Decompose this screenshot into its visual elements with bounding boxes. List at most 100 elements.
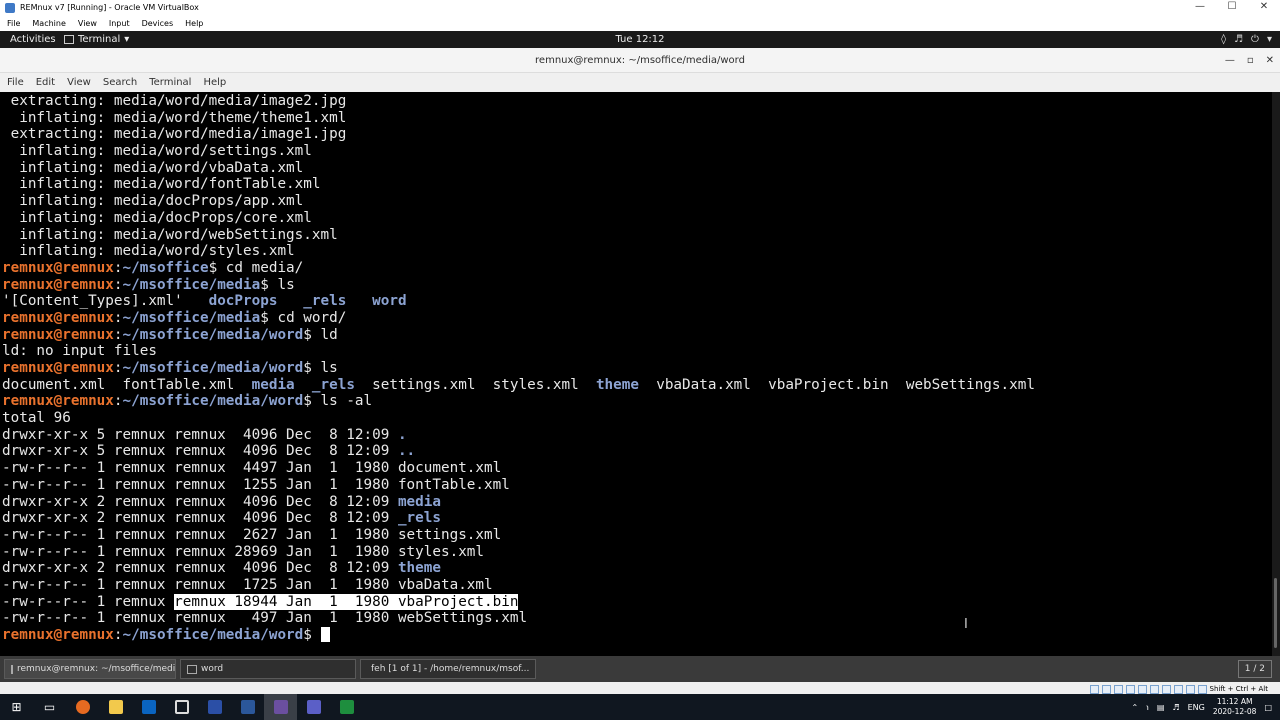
- prompt-user: remnux@remnux: [2, 326, 114, 343]
- terminal-line: -rw-r--r-- 1 remnux remnux 2627 Jan 1 19…: [2, 527, 1272, 544]
- chevron-up-icon[interactable]: ⌃: [1131, 703, 1138, 712]
- terminal-line: drwxr-xr-x 5 remnux remnux 4096 Dec 8 12…: [2, 427, 1272, 444]
- volume-icon[interactable]: ♬: [1172, 703, 1179, 712]
- terminal-line: extracting: media/word/media/image2.jpg: [2, 93, 1272, 110]
- directory-name: _rels: [397, 510, 441, 527]
- recording-icon[interactable]: [1173, 684, 1183, 694]
- selected-text: remnux 18944 Jan 1 1980 vbaProject.bin: [174, 593, 519, 610]
- audio-icon[interactable]: [1113, 684, 1123, 694]
- display-icon[interactable]: [1161, 684, 1171, 694]
- vbox-menu-input[interactable]: Input: [109, 16, 130, 31]
- task-terminal[interactable]: remnux@remnux: ~/msoffice/medi...: [4, 659, 176, 679]
- blue-app-icon[interactable]: [198, 694, 231, 720]
- word-icon[interactable]: [231, 694, 264, 720]
- scrollbar-thumb[interactable]: [1274, 578, 1277, 648]
- vbox-menubar: File Machine View Input Devices Help: [0, 16, 1280, 31]
- directory-name: .: [397, 426, 407, 443]
- outlook-icon[interactable]: [132, 694, 165, 720]
- terminal-text: inflating: media/docProps/app.xml: [2, 193, 304, 210]
- terminal-scrollbar[interactable]: [1272, 92, 1280, 656]
- vbox-menu-help[interactable]: Help: [185, 16, 203, 31]
- directory-name: ..: [397, 443, 416, 460]
- terminal-text: inflating: media/word/styles.xml: [2, 243, 295, 260]
- network-icon[interactable]: ▤: [1157, 703, 1165, 712]
- maximize-icon[interactable]: ▫: [1247, 48, 1254, 73]
- task-feh[interactable]: feh [1 of 1] - /home/remnux/msof...: [360, 659, 536, 679]
- vbox-window-title: REMnux v7 [Running] - Oracle VM VirtualB…: [20, 3, 199, 12]
- terminal-menu-file[interactable]: File: [7, 73, 24, 92]
- minimize-icon[interactable]: —: [1225, 48, 1235, 73]
- hard-disk-icon[interactable]: [1089, 684, 1099, 694]
- mouse-integration-icon[interactable]: [1197, 684, 1207, 694]
- terminal-text: drwxr-xr-x 2 remnux remnux 4096 Dec 8 12…: [2, 493, 398, 510]
- terminal-text: :: [113, 309, 123, 326]
- directory-name: theme: [397, 560, 441, 577]
- workspace-pager[interactable]: 1 / 2: [1237, 660, 1272, 678]
- vbox-menu-machine[interactable]: Machine: [32, 16, 66, 31]
- terminal-text: inflating: media/docProps/core.xml: [2, 209, 312, 226]
- task-view-icon[interactable]: ▭: [33, 694, 66, 720]
- system-menu[interactable]: ◊ ♬ ⏻ ▾: [1221, 31, 1272, 48]
- virtualbox-taskbar-icon[interactable]: [264, 694, 297, 720]
- terminal-output[interactable]: extracting: media/word/media/image2.jpg …: [0, 92, 1272, 656]
- terminal-text: ld: no input files: [2, 343, 157, 360]
- prompt-path: ~/msoffice: [122, 259, 209, 276]
- minimize-icon[interactable]: —: [1184, 0, 1216, 16]
- terminal-text: drwxr-xr-x 2 remnux remnux 4096 Dec 8 12…: [2, 560, 398, 577]
- close-icon[interactable]: ✕: [1248, 0, 1280, 16]
- terminal-menu-edit[interactable]: Edit: [36, 73, 55, 92]
- terminal-line: drwxr-xr-x 2 remnux remnux 4096 Dec 8 12…: [2, 560, 1272, 577]
- optical-drive-icon[interactable]: [1101, 684, 1111, 694]
- close-icon[interactable]: ✕: [1266, 48, 1274, 73]
- volume-icon: ♬: [1234, 34, 1244, 45]
- terminal-text: :: [113, 627, 123, 643]
- app-menu-button[interactable]: Terminal ▾: [64, 31, 129, 48]
- bluetooth-icon[interactable]: ℩: [1146, 703, 1149, 712]
- shared-folder-icon[interactable]: [1149, 684, 1159, 694]
- terminal-line: remnux@remnux:~/msoffice/media/word$ ld: [2, 327, 1272, 344]
- maximize-icon[interactable]: ☐: [1216, 0, 1248, 16]
- vbox-titlebar: REMnux v7 [Running] - Oracle VM VirtualB…: [0, 0, 1280, 16]
- terminal-menu-terminal[interactable]: Terminal: [149, 73, 191, 92]
- directory-name: _rels: [303, 293, 347, 310]
- terminal-menubar: File Edit View Search Terminal Help: [0, 73, 1280, 92]
- cube-app-icon[interactable]: [165, 694, 198, 720]
- virtualbox-icon: [5, 3, 15, 13]
- green-app-icon[interactable]: [330, 694, 363, 720]
- task-label: word: [201, 664, 224, 674]
- terminal-menu-help[interactable]: Help: [203, 73, 226, 92]
- network-icon[interactable]: [1125, 684, 1135, 694]
- vbox-menu-view[interactable]: View: [78, 16, 97, 31]
- terminal-text: -rw-r--r-- 1 remnux: [2, 593, 175, 610]
- activities-button[interactable]: Activities: [10, 31, 56, 48]
- notifications-icon[interactable]: □: [1264, 703, 1272, 712]
- file-explorer-icon[interactable]: [99, 694, 132, 720]
- task-label: feh [1 of 1] - /home/remnux/msof...: [371, 664, 530, 674]
- prompt-user: remnux@remnux: [2, 393, 114, 410]
- terminal-text: inflating: media/word/fontTable.xml: [2, 176, 321, 193]
- windows-clock[interactable]: 11:12 AM 2020-12-08: [1213, 697, 1257, 717]
- windows-start-icon[interactable]: ⊞: [0, 694, 33, 720]
- directory-name: media: [397, 493, 441, 510]
- terminal-text: :: [113, 326, 123, 343]
- windows-taskbar: ⊞ ▭ ⌃ ℩ ▤ ♬ ENG 11:12 AM 2020-12-08 □: [0, 694, 1280, 720]
- firefox-icon[interactable]: [66, 694, 99, 720]
- terminal-line: remnux@remnux:~/msoffice/media/word$: [2, 627, 1272, 644]
- directory-name: word: [372, 293, 407, 310]
- terminal-text: -rw-r--r-- 1 remnux remnux 4497 Jan 1 19…: [2, 460, 502, 477]
- terminal-line: inflating: media/docProps/core.xml: [2, 210, 1272, 227]
- teams-icon[interactable]: [297, 694, 330, 720]
- usb-icon[interactable]: [1137, 684, 1147, 694]
- vbox-menu-file[interactable]: File: [7, 16, 20, 31]
- language-indicator[interactable]: ENG: [1188, 703, 1205, 712]
- terminal-menu-search[interactable]: Search: [103, 73, 137, 92]
- cpu-icon[interactable]: [1185, 684, 1195, 694]
- terminal-line: extracting: media/word/media/image1.jpg: [2, 126, 1272, 143]
- task-word-folder[interactable]: word: [180, 659, 356, 679]
- network-icon: ◊: [1221, 34, 1227, 45]
- terminal-menu-view[interactable]: View: [67, 73, 91, 92]
- terminal-line: remnux@remnux:~/msoffice/media$ cd word/: [2, 310, 1272, 327]
- prompt-path: ~/msoffice/media/word: [122, 326, 304, 343]
- vbox-menu-devices[interactable]: Devices: [142, 16, 174, 31]
